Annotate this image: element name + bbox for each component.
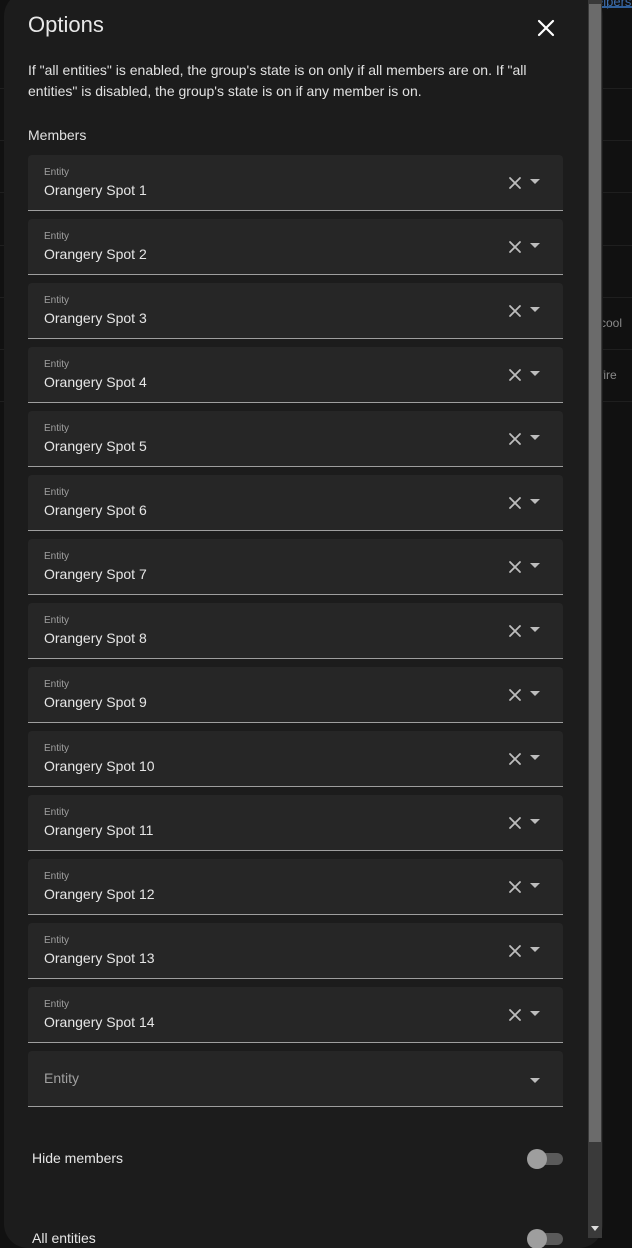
all-entities-label: All entities [32, 1230, 96, 1246]
member-entity-picker[interactable]: Entity Orangery Spot 4 [28, 347, 563, 403]
scrollbar-thumb[interactable] [589, 4, 601, 1142]
member-entity-picker[interactable]: Entity Orangery Spot 1 [28, 155, 563, 211]
scroll-down-arrow-icon[interactable] [591, 1226, 599, 1231]
clear-icon[interactable] [508, 944, 522, 958]
clear-icon[interactable] [508, 240, 522, 254]
hide-members-label: Hide members [32, 1150, 124, 1166]
entity-field-value: Orangery Spot 4 [44, 374, 147, 390]
dialog-title: Options [28, 12, 104, 37]
member-entity-picker[interactable]: Entity Orangery Spot 11 [28, 795, 563, 851]
entity-field-label: Entity [44, 679, 70, 690]
entity-field-label: Entity [44, 615, 70, 626]
chevron-down-icon[interactable] [530, 371, 540, 376]
clear-icon[interactable] [508, 176, 522, 190]
entity-field-label: Entity [44, 871, 70, 882]
chevron-down-icon[interactable] [530, 819, 540, 824]
chevron-down-icon[interactable] [530, 307, 540, 312]
member-entity-picker[interactable]: Entity Orangery Spot 12 [28, 859, 563, 915]
clear-icon[interactable] [508, 560, 522, 574]
entity-field-value: Orangery Spot 6 [44, 502, 147, 518]
entity-field-value: Orangery Spot 8 [44, 630, 147, 646]
member-entity-picker[interactable]: Entity Orangery Spot 10 [28, 731, 563, 787]
member-entity-picker[interactable]: Entity Orangery Spot 5 [28, 411, 563, 467]
chevron-down-icon[interactable] [530, 883, 540, 888]
entity-field-value: Orangery Spot 11 [44, 822, 154, 838]
clear-icon[interactable] [508, 432, 522, 446]
clear-icon[interactable] [508, 816, 522, 830]
entity-field-value: Orangery Spot 7 [44, 566, 147, 582]
entity-field-value: Orangery Spot 13 [44, 950, 155, 966]
options-dialog: Options If "all entities" is enabled, th… [4, 0, 603, 1248]
entity-placeholder: Entity [44, 1070, 80, 1086]
entity-field-value: Orangery Spot 1 [44, 182, 147, 198]
entity-field-label: Entity [44, 359, 70, 370]
entity-field-value: Orangery Spot 3 [44, 310, 147, 326]
member-entity-picker[interactable]: Entity Orangery Spot 9 [28, 667, 563, 723]
entity-field-value: Orangery Spot 14 [44, 1014, 155, 1030]
chevron-down-icon[interactable] [530, 179, 540, 184]
clear-icon[interactable] [508, 752, 522, 766]
entity-field-label: Entity [44, 935, 70, 946]
dialog-description: If "all entities" is enabled, the group'… [28, 62, 527, 99]
entity-field-label: Entity [44, 167, 70, 178]
chevron-down-icon[interactable] [530, 755, 540, 760]
entity-field-value: Orangery Spot 10 [44, 758, 155, 774]
clear-icon[interactable] [508, 880, 522, 894]
clear-icon[interactable] [508, 496, 522, 510]
member-entity-picker[interactable]: Entity Orangery Spot 3 [28, 283, 563, 339]
member-entity-picker[interactable]: Entity Orangery Spot 2 [28, 219, 563, 275]
clear-icon[interactable] [508, 1008, 522, 1022]
entity-field-value: Orangery Spot 9 [44, 694, 147, 710]
all-entities-toggle[interactable] [527, 1229, 563, 1248]
member-entity-picker[interactable]: Entity Orangery Spot 14 [28, 987, 563, 1043]
chevron-down-icon[interactable] [530, 691, 540, 696]
member-entity-picker[interactable]: Entity Orangery Spot 13 [28, 923, 563, 979]
clear-icon[interactable] [508, 624, 522, 638]
entity-field-value: Orangery Spot 12 [44, 886, 155, 902]
entity-field-value: Orangery Spot 2 [44, 246, 147, 262]
clear-icon[interactable] [508, 368, 522, 382]
chevron-down-icon[interactable] [530, 243, 540, 248]
chevron-down-icon[interactable] [530, 947, 540, 952]
chevron-down-icon[interactable] [530, 1011, 540, 1016]
member-entity-picker[interactable]: Entity Orangery Spot 7 [28, 539, 563, 595]
member-entity-picker[interactable]: Entity Orangery Spot 6 [28, 475, 563, 531]
toggle-knob [527, 1149, 547, 1169]
close-button[interactable] [534, 16, 558, 40]
background-row-text: cool [600, 316, 623, 330]
chevron-down-icon[interactable] [530, 435, 540, 440]
clear-icon[interactable] [508, 304, 522, 318]
entity-field-label: Entity [44, 423, 70, 434]
member-entity-picker[interactable]: Entity Orangery Spot 8 [28, 603, 563, 659]
chevron-down-icon[interactable] [530, 1078, 540, 1083]
entity-field-label: Entity [44, 231, 70, 242]
hide-members-toggle[interactable] [527, 1149, 563, 1169]
entity-field-label: Entity [44, 807, 70, 818]
close-icon [537, 19, 555, 37]
empty-entity-picker[interactable]: Entity [28, 1051, 563, 1107]
entity-field-label: Entity [44, 999, 70, 1010]
chevron-down-icon[interactable] [530, 563, 540, 568]
members-label: Members [28, 127, 87, 143]
clear-icon[interactable] [508, 688, 522, 702]
toggle-knob [527, 1229, 547, 1248]
chevron-down-icon[interactable] [530, 499, 540, 504]
entity-field-value: Orangery Spot 5 [44, 438, 147, 454]
entity-field-label: Entity [44, 487, 70, 498]
entity-field-label: Entity [44, 743, 70, 754]
entity-field-label: Entity [44, 551, 70, 562]
chevron-down-icon[interactable] [530, 627, 540, 632]
entity-field-label: Entity [44, 295, 70, 306]
